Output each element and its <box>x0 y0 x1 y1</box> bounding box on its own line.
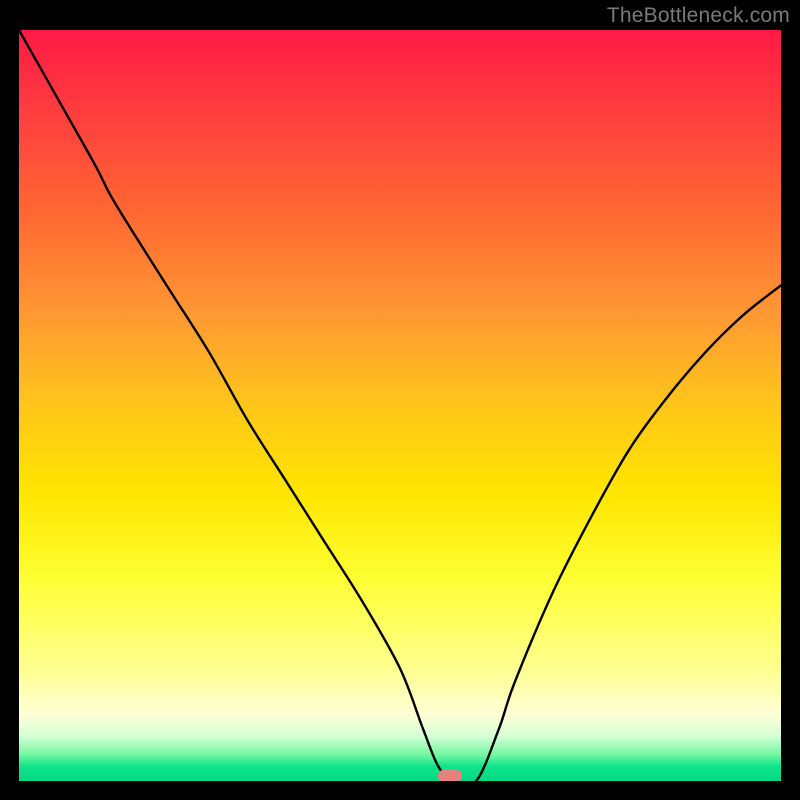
bottleneck-curve <box>19 30 781 781</box>
chart-frame: TheBottleneck.com <box>0 0 800 800</box>
optimal-point-marker <box>438 769 462 781</box>
watermark-text: TheBottleneck.com <box>607 4 790 28</box>
plot-area <box>19 30 781 781</box>
